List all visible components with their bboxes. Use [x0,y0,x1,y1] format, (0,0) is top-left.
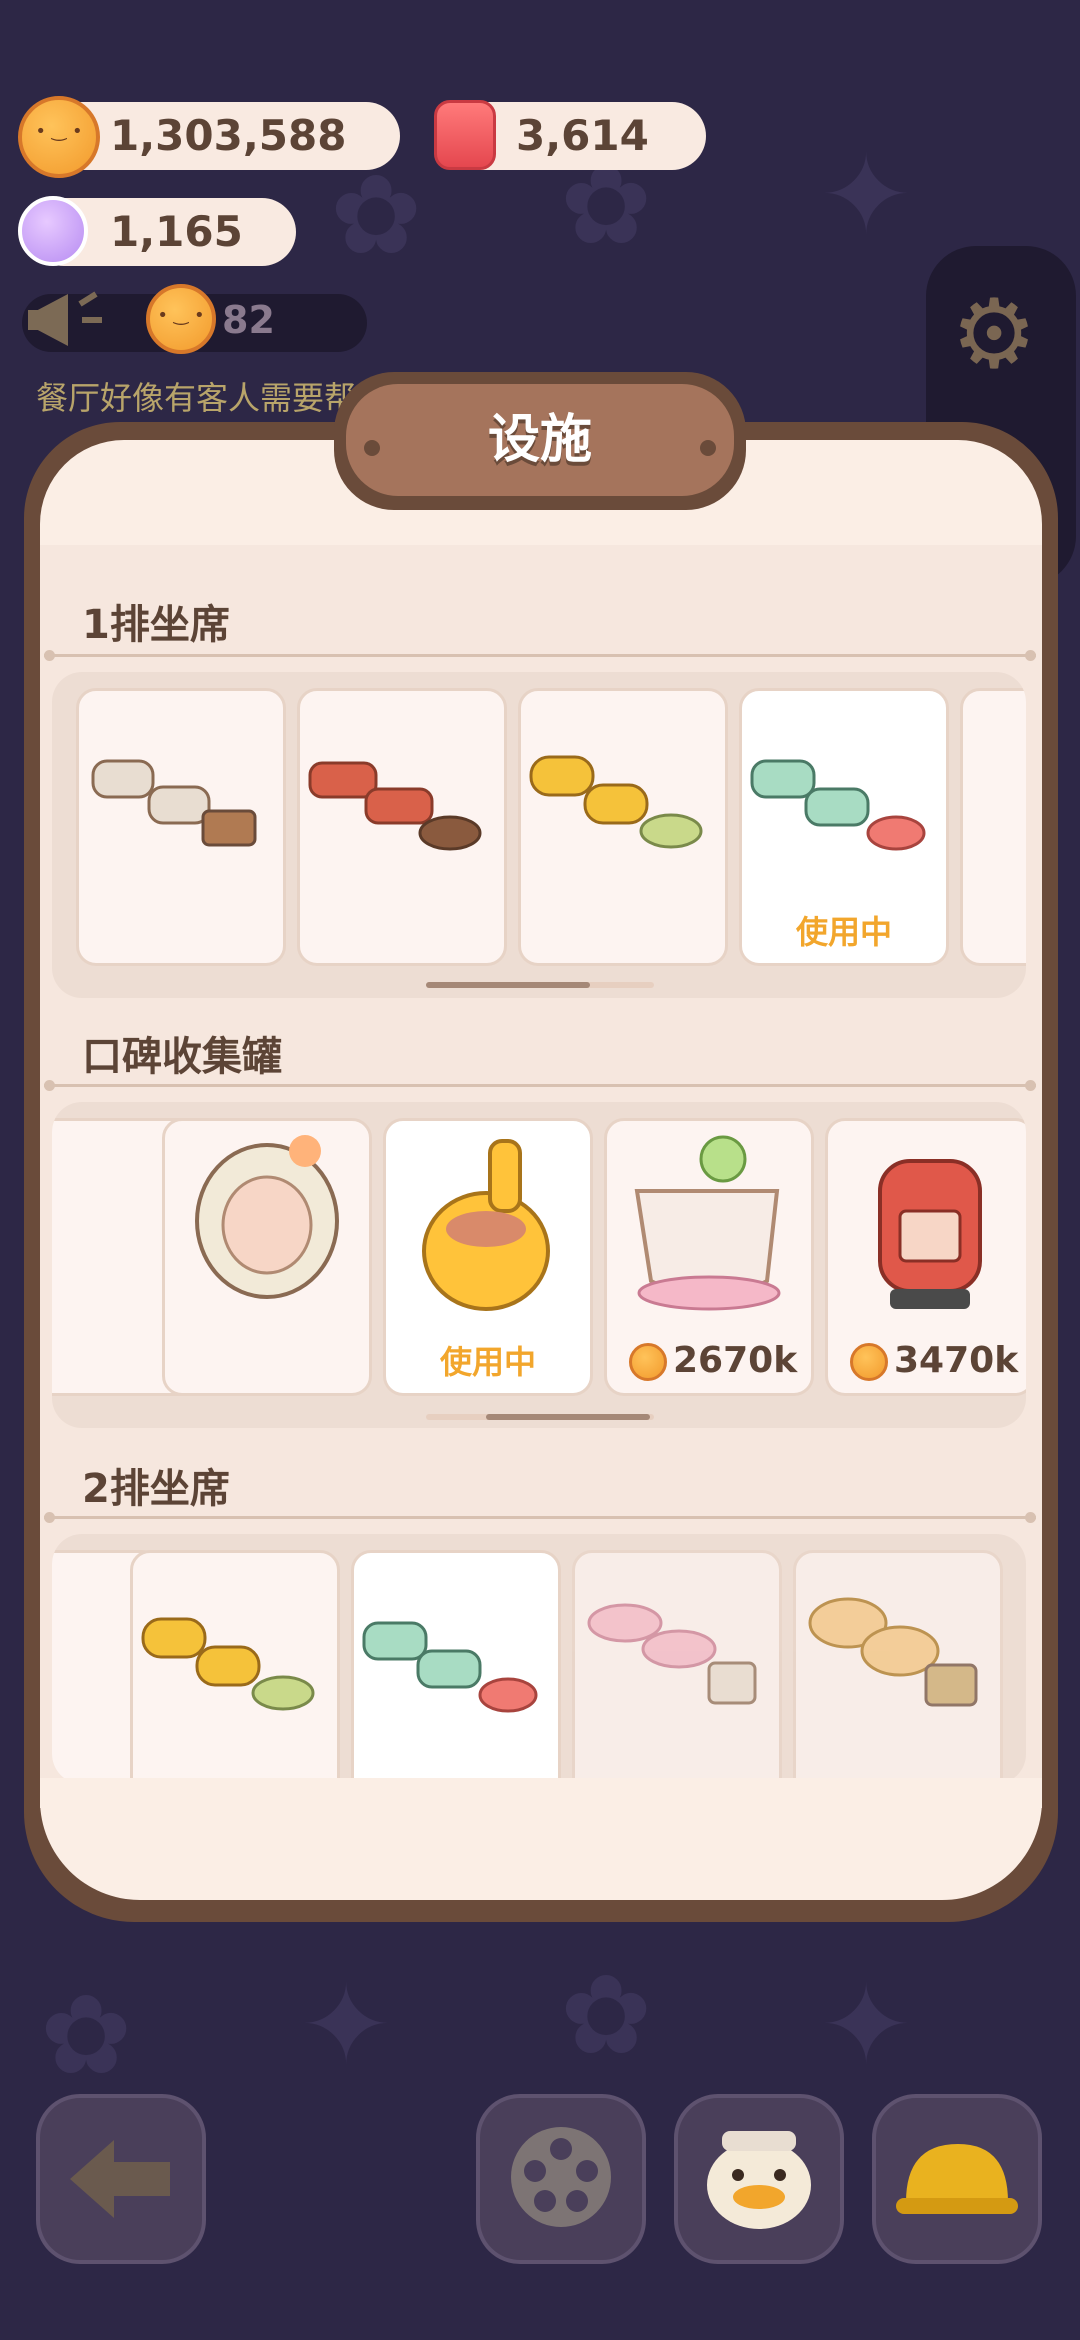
melonpan-bench-icon [808,1597,978,1707]
section-divider [44,1080,1036,1091]
back-arrow-icon [70,2140,170,2218]
cream-cushion-bench-icon [91,759,257,847]
item-card[interactable] [76,688,286,966]
item-card-purchasable[interactable]: 3470k [825,1118,1026,1396]
bg-decor-icon: ✿ [560,1951,653,2079]
price-value: 2670k [673,1340,798,1381]
item-card[interactable] [518,688,728,966]
build-button[interactable] [872,2094,1042,2264]
green-plaid-bench-icon [750,759,926,851]
item-card[interactable] [130,1550,340,1784]
candle-balance-value: 3,614 [516,111,649,160]
item-card-partial[interactable] [960,688,1026,966]
hard-hat-icon [896,2144,1018,2214]
social-count: 82 [222,298,275,342]
film-reel-icon [511,2127,611,2227]
green-plaid-bench-icon [362,1621,538,1713]
megaphone-icon[interactable] [24,282,112,358]
pink-stool-bench-icon [587,1603,757,1705]
cookie-balance-value: 1,303,588 [110,111,347,160]
section-title-row2-seats: 2排坐席 [82,1466,230,1512]
candy-icon [18,196,88,266]
back-button[interactable] [36,2094,206,2264]
yellow-cushion-bench-icon [529,755,703,849]
bg-decor-icon: ✦ [820,131,913,259]
yellow-cushion-bench-icon [141,1617,315,1711]
item-card[interactable] [162,1118,372,1396]
row2-seats-carousel[interactable] [52,1534,1026,1784]
rating-jar-scroll-thumb[interactable] [486,1414,650,1420]
bg-decor-icon: ✿ [330,151,423,279]
cookie-coin-icon [629,1343,667,1381]
cookie-coin-icon [18,96,100,178]
candle-icon [434,100,496,170]
section-divider [44,1512,1036,1523]
clover-teacup-jar-icon [634,1135,781,1311]
bg-decor-icon: ✦ [820,1961,913,2089]
item-card-in-use[interactable] [351,1550,561,1784]
in-use-label: 使用中 [439,1343,536,1381]
item-card[interactable] [572,1550,782,1784]
item-card-in-use[interactable]: 使用中 [383,1118,593,1396]
item-card[interactable] [297,688,507,966]
red-leather-bench-icon [308,761,482,851]
item-card-in-use[interactable]: 使用中 [739,688,949,966]
list-fade [40,1778,1042,1808]
section-title-rating-jar: 口碑收集罐 [82,1034,282,1080]
section-divider [44,650,1036,661]
cookie-coin-icon [850,1343,888,1381]
postbox-jar-icon [878,1159,982,1309]
giraffe-jar-icon [422,1139,550,1311]
film-button[interactable] [476,2094,646,2264]
duck-chef-icon [707,2131,811,2229]
item-card[interactable] [793,1550,1003,1784]
price-value: 3470k [894,1340,1019,1381]
row1-scroll-thumb[interactable] [426,982,590,988]
rating-jar-carousel[interactable]: 使用中 2670k 3470k [52,1102,1026,1428]
chef-button[interactable] [674,2094,844,2264]
dialog-title: 设施 [487,410,592,470]
candy-balance-value: 1,165 [110,207,243,256]
price-tag: 3470k [850,1340,1018,1381]
section-title-row1-seats: 1排坐席 [82,602,230,648]
ceramic-vase-jar-icon [195,1135,339,1299]
in-use-label: 使用中 [795,913,892,951]
gear-icon[interactable]: ⚙ [946,286,1042,382]
price-tag: 2670k [629,1340,797,1381]
item-card-purchasable[interactable]: 2670k [604,1118,814,1396]
row1-seats-carousel[interactable]: 使用中 [52,672,1026,998]
bg-decor-icon: ✦ [300,1961,393,2089]
cookie-character-icon [146,284,216,354]
bg-decor-icon: ✿ [40,1971,133,2099]
